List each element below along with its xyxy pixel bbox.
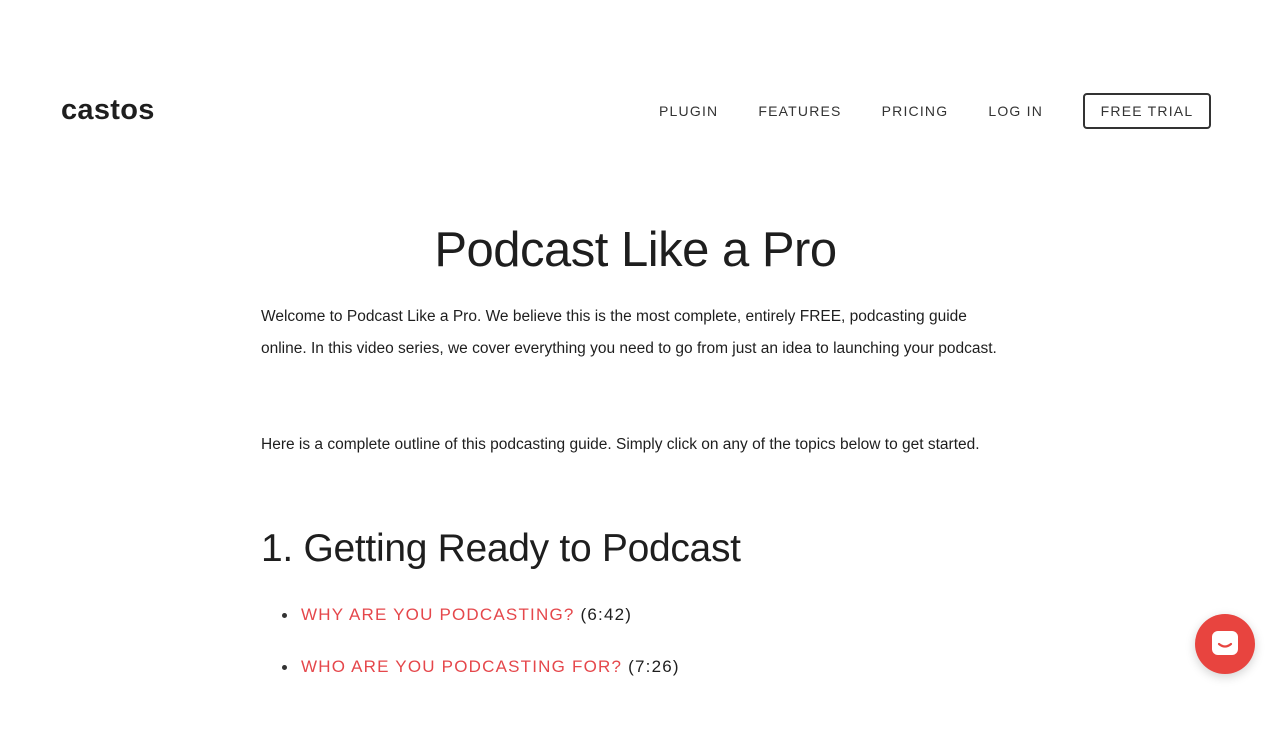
page-title: Podcast Like a Pro <box>434 223 837 277</box>
page: castos PLUGIN FEATURES PRICING LOG IN FR… <box>0 0 1271 734</box>
bullet-icon <box>282 664 287 670</box>
nav-link-pricing[interactable]: PRICING <box>882 103 949 119</box>
topic-list: WHY ARE YOU PODCASTING? (6:42) WHO ARE Y… <box>282 600 680 704</box>
list-item: WHO ARE YOU PODCASTING FOR? (7:26) <box>282 652 680 682</box>
topic-duration: (7:26) <box>628 657 680 676</box>
nav-link-features[interactable]: FEATURES <box>758 103 841 119</box>
chat-launcher-button[interactable] <box>1195 614 1255 674</box>
free-trial-button[interactable]: FREE TRIAL <box>1083 93 1211 129</box>
bullet-icon <box>282 612 287 618</box>
nav-link-login[interactable]: LOG IN <box>988 103 1043 119</box>
list-item: WHY ARE YOU PODCASTING? (6:42) <box>282 600 680 630</box>
main-nav: PLUGIN FEATURES PRICING LOG IN FREE TRIA… <box>659 93 1211 129</box>
outline-paragraph: Here is a complete outline of this podca… <box>261 436 980 453</box>
topic-link-why[interactable]: WHY ARE YOU PODCASTING? <box>301 605 575 625</box>
chat-icon <box>1212 631 1238 655</box>
intro-paragraph: Welcome to Podcast Like a Pro. We believ… <box>261 308 997 357</box>
section-heading: 1. Getting Ready to Podcast <box>261 527 741 570</box>
nav-link-plugin[interactable]: PLUGIN <box>659 103 718 119</box>
topic-link-who[interactable]: WHO ARE YOU PODCASTING FOR? <box>301 657 622 677</box>
topic-duration: (6:42) <box>580 605 633 624</box>
logo[interactable]: castos <box>61 94 155 127</box>
